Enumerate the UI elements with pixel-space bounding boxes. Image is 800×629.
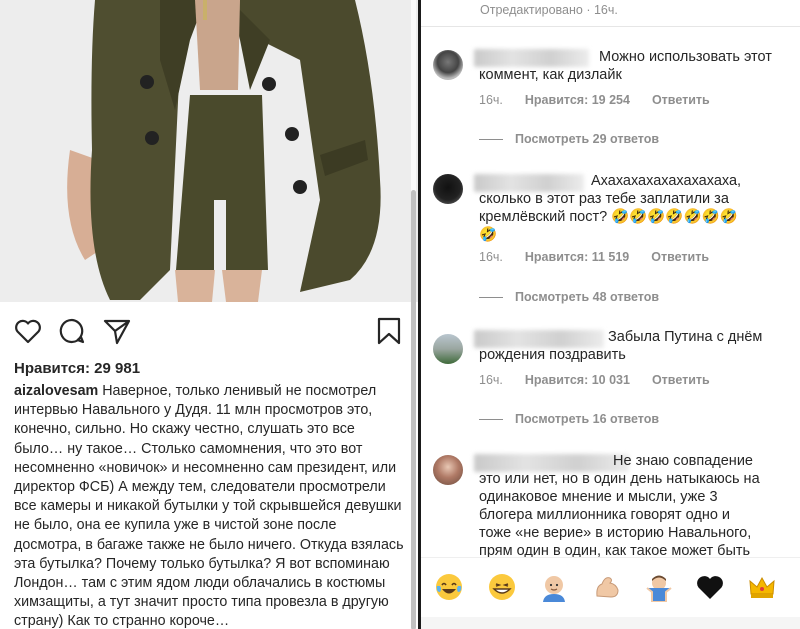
comment-text-line: блогера миллионника говорят одно и [479,507,731,523]
black-heart-emoji-icon[interactable] [695,572,725,602]
blurred-username[interactable] [474,454,629,472]
view-replies-label[interactable]: Посмотреть 48 ответов [515,290,659,304]
crown-emoji-icon[interactable] [747,572,777,602]
comment-icon[interactable] [57,316,87,346]
comment-likes[interactable]: Нравится: 11 519 [525,250,629,264]
share-icon[interactable] [102,316,132,346]
flexed-biceps-emoji-icon[interactable] [592,572,622,602]
heart-icon[interactable] [13,316,43,346]
blurred-username[interactable] [474,174,584,192]
comment-text-line: тоже «не верие» в историю Навального, [479,525,752,541]
comment-text-line: 🤣 [479,227,498,243]
comment-text-line: Можно использовать этот [599,49,772,65]
post-caption: aizalovesam Наверное, только ленивый не … [14,382,406,629]
divider [421,26,800,27]
comment-time: 16ч. [479,373,503,387]
comment-text-line: это или нет, но в один день натыкаюсь на [479,471,760,487]
comment-text-line: Не знаю совпадение [613,453,753,469]
comment-time: 16ч. [479,93,503,107]
comment-text-line: рождения поздравить [479,347,626,363]
post-panel: Нравится: 29 981 aizalovesam Наверное, т… [0,0,418,629]
comment-text-line: кремлёвский пост? 🤣🤣🤣🤣🤣🤣🤣 [479,209,738,225]
replies-line [479,297,503,299]
comment-time: 16ч. [479,250,503,264]
caption-text: Наверное, только ленивый не посмотрел ин… [14,383,404,629]
reply-button[interactable]: Ответить [652,373,710,387]
post-photo-illustration [0,0,418,302]
caption-username[interactable]: aizalovesam [14,383,98,399]
comment-likes[interactable]: Нравится: 19 254 [525,93,630,107]
comments-panel: Отредактировано · 16ч. Можно использоват… [421,0,800,629]
view-replies-label[interactable]: Посмотреть 16 ответов [515,412,659,426]
comment-meta: 16ч. Нравится: 10 031 Ответить [479,373,732,387]
view-replies-button[interactable]: Посмотреть 16 ответов [479,412,659,426]
grinning-emoji-icon[interactable] [487,572,517,602]
bookmark-icon[interactable] [374,316,404,346]
replies-line [479,139,503,141]
post-actions-bar [0,302,418,358]
reply-button[interactable]: Ответить [651,250,709,264]
scrollbar-thumb[interactable] [411,190,416,629]
man-shrugging-emoji-icon[interactable] [644,572,674,602]
reply-button[interactable]: Ответить [652,93,710,107]
post-likes-count[interactable]: Нравится: 29 981 [14,360,140,377]
tears-of-joy-emoji-icon[interactable] [434,572,464,602]
replies-line [479,419,503,421]
view-replies-button[interactable]: Посмотреть 48 ответов [479,290,659,304]
bald-man-emoji-icon[interactable] [539,572,569,602]
comment-meta: 16ч. Нравится: 11 519 Ответить [479,250,731,264]
avatar[interactable] [433,334,463,364]
blurred-username[interactable] [474,49,589,67]
avatar[interactable] [433,50,463,80]
comment-meta: 16ч. Нравится: 19 254 Ответить [479,93,732,107]
avatar[interactable] [433,455,463,485]
comment-text-line: Ахахахахахахахахаха, [591,173,742,189]
avatar[interactable] [433,174,463,204]
comment-likes[interactable]: Нравится: 10 031 [525,373,630,387]
bottom-strip [421,617,800,629]
comment-text-line: коммент, как дизлайк [479,67,622,83]
emoji-reaction-bar [421,557,800,617]
comment-text-line: Забыла Путина с днём [608,329,763,345]
comment-text-line: сколько в этот раз тебе заплатили за [479,191,729,207]
view-replies-label[interactable]: Посмотреть 29 ответов [515,132,659,146]
edited-label: Отредактировано · 16ч. [480,3,618,17]
post-photo[interactable] [0,0,418,302]
blurred-username[interactable] [474,330,604,348]
view-replies-button[interactable]: Посмотреть 29 ответов [479,132,659,146]
comment-text-line: одинаковое мнение и мысли, уже 3 [479,489,718,505]
